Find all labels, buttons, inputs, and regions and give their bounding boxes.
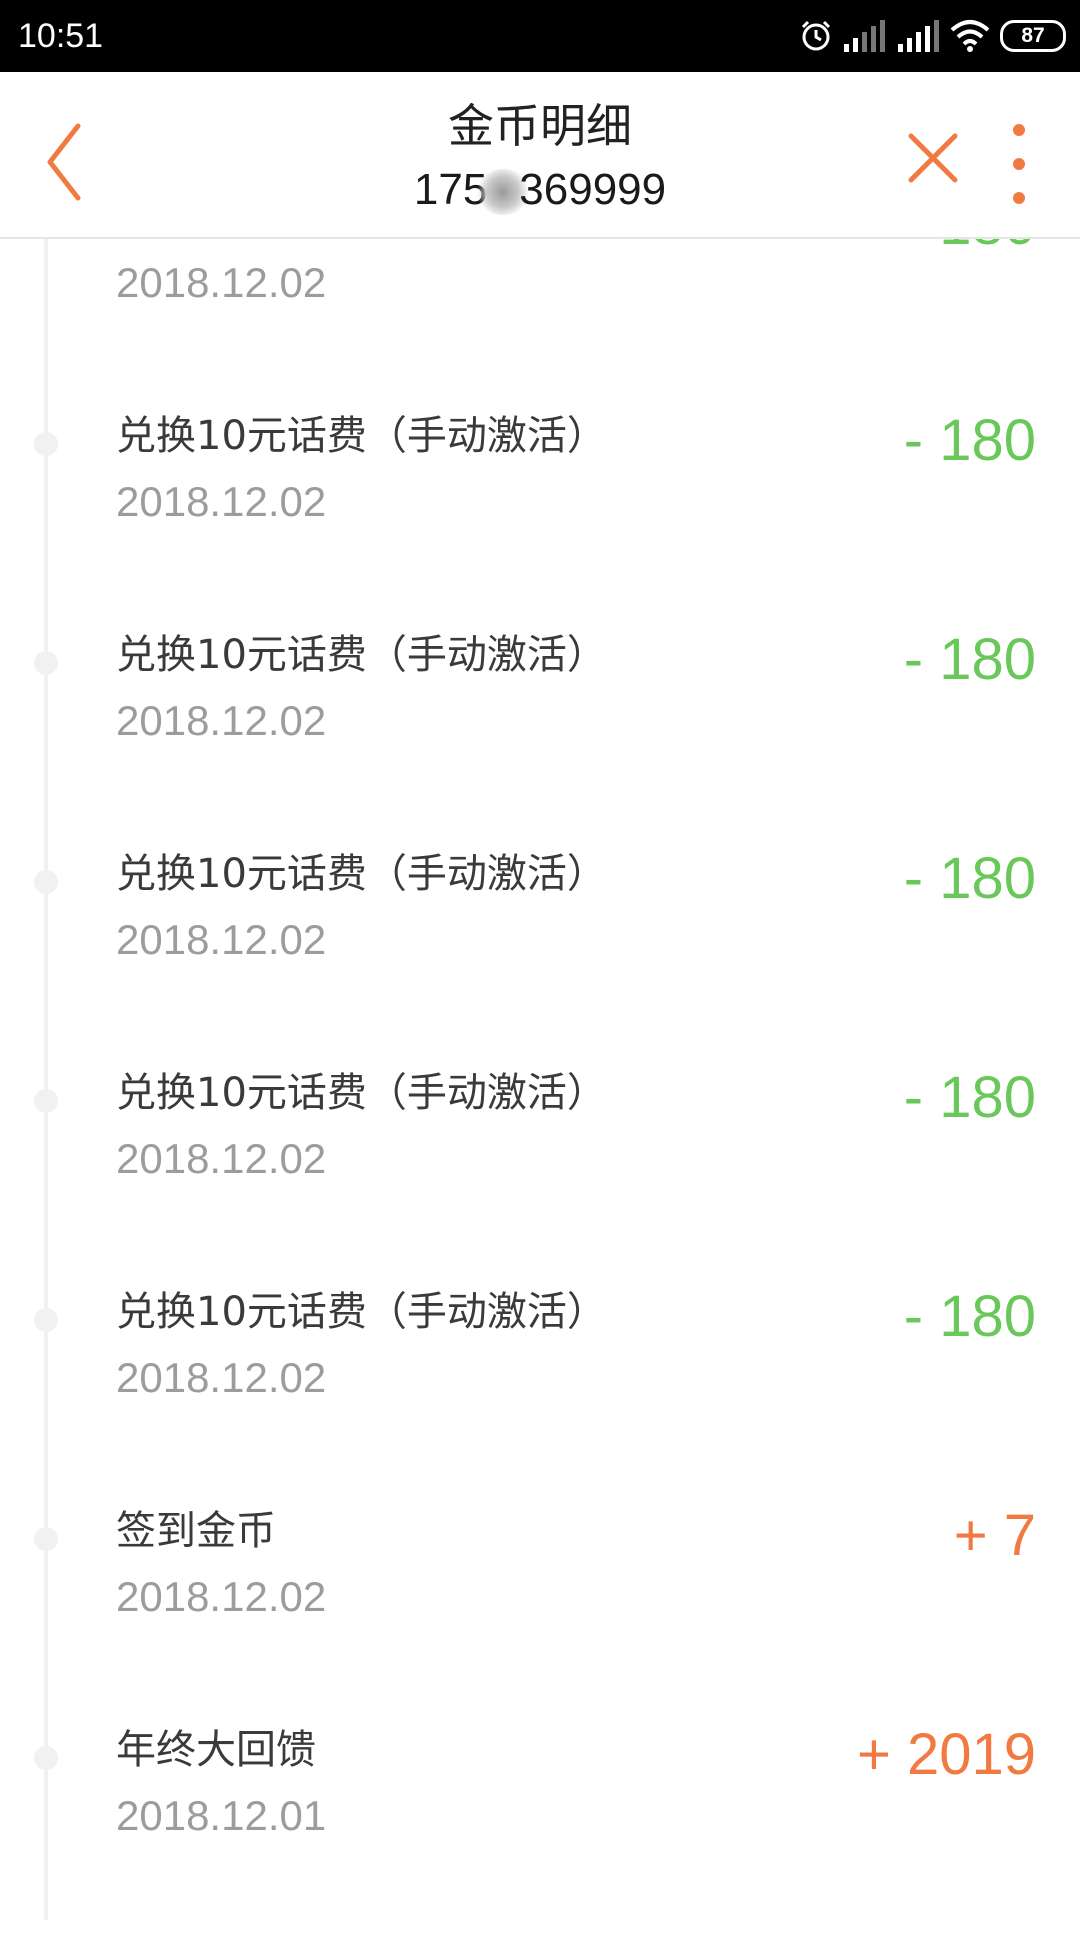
phone-prefix: 175 [413, 165, 488, 214]
timeline-dot [34, 1746, 58, 1770]
list-item[interactable]: 签到金币 + 7 2018.12.02 [0, 1495, 1080, 1714]
timeline-dot [34, 870, 58, 894]
record-date: 2018.12.02 [116, 1135, 327, 1182]
close-icon [908, 133, 958, 183]
record-amount: + 7 [953, 1503, 1036, 1568]
record-title: 兑换10元话费（手动激活） [116, 1070, 607, 1116]
more-button[interactable] [1004, 120, 1034, 210]
list-item[interactable]: 兑换10元话费（手动激活） - 180 2018.12.02 [0, 400, 1080, 619]
record-date: 2018.12.02 [116, 1573, 327, 1620]
timeline-dot [34, 1308, 58, 1332]
close-button[interactable] [905, 130, 961, 186]
record-title: 兑换10元话费（手动激活） [116, 1289, 607, 1335]
nav-header: 金币明细 175 369999 [0, 72, 1080, 239]
record-date: 2018.12.02 [116, 1354, 327, 1401]
more-vertical-icon [1013, 124, 1025, 204]
list-item[interactable]: 兑换10元话费（手动激活） - 180 2018.12.02 [0, 1057, 1080, 1276]
record-amount: - 180 [903, 1065, 1036, 1130]
record-title: 兑换10元话费（手动激活） [116, 851, 607, 897]
record-title: 签到金币 [116, 1508, 276, 1554]
record-amount: + 2019 [856, 1722, 1036, 1787]
record-date: 2018.12.02 [116, 916, 327, 963]
timeline-dot [34, 651, 58, 675]
coin-record-list: - 180 2018.12.02 兑换10元话费（手动激活） - 180 201… [0, 0, 1080, 1920]
record-title: 兑换10元话费（手动激活） [116, 413, 607, 459]
record-amount: - 180 [903, 408, 1036, 473]
record-amount: - 180 [903, 1284, 1036, 1349]
timeline-dot [34, 1527, 58, 1551]
timeline-dot [34, 432, 58, 456]
timeline-dot [34, 1089, 58, 1113]
record-date: 2018.12.02 [116, 259, 327, 306]
record-title: 年终大回馈 [116, 1727, 316, 1773]
phone-suffix: 369999 [519, 165, 667, 214]
list-item[interactable]: 兑换10元话费（手动激活） - 180 2018.12.02 [0, 619, 1080, 838]
list-item[interactable]: 年终大回馈 + 2019 2018.12.01 [0, 1714, 1080, 1933]
list-item[interactable]: 兑换10元话费（手动激活） - 180 2018.12.02 [0, 1276, 1080, 1495]
record-title: 兑换10元话费（手动激活） [116, 632, 607, 678]
list-item[interactable]: 兑换10元话费（手动激活） - 180 2018.12.02 [0, 838, 1080, 1057]
record-amount: - 180 [903, 627, 1036, 692]
record-date: 2018.12.02 [116, 697, 327, 744]
record-amount: - 180 [903, 846, 1036, 911]
record-date: 2018.12.02 [116, 478, 327, 525]
record-date: 2018.12.01 [116, 1792, 327, 1839]
